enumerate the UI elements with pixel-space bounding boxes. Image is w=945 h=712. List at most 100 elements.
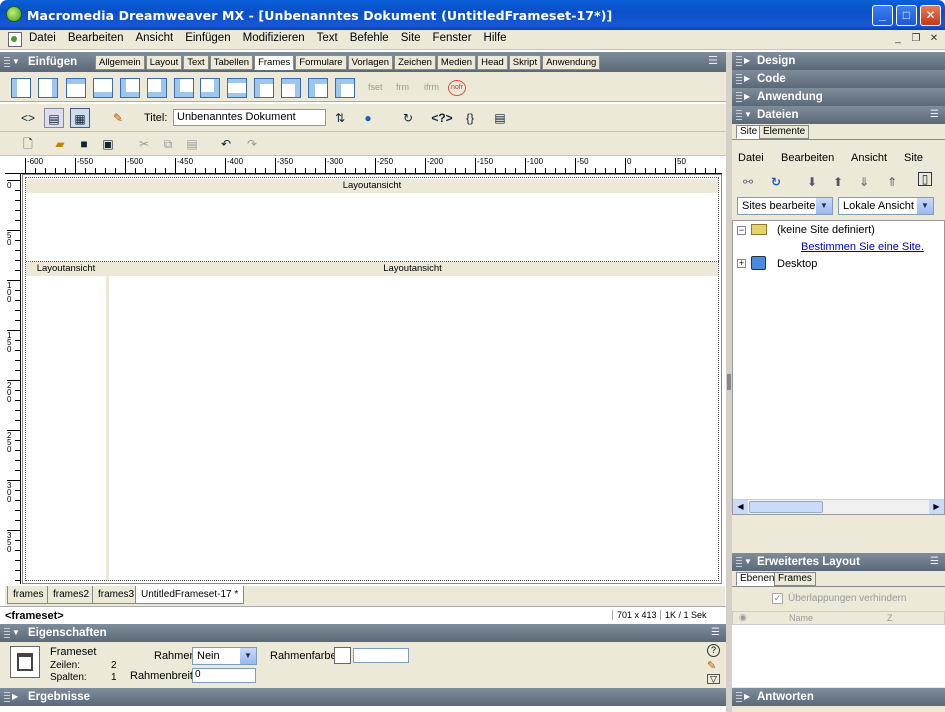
doc-restore-button[interactable]: ❐ (908, 33, 924, 47)
menu-site[interactable]: Site (401, 32, 427, 44)
expand-icon[interactable]: ▽ (707, 674, 720, 684)
expand-arrow-icon[interactable]: ▶ (744, 88, 750, 106)
grip-icon[interactable] (736, 557, 742, 567)
frm-tag-button[interactable]: frm (396, 82, 409, 92)
collapse-arrow-icon[interactable]: ▼ (12, 624, 20, 642)
fset-tag-button[interactable]: fset (368, 82, 383, 92)
col-name[interactable]: Name (789, 613, 813, 623)
panel-options-icon[interactable]: ☰ (711, 624, 720, 642)
menu-einfuegen[interactable]: Einfügen (185, 32, 236, 44)
tab-medien[interactable]: Medien (436, 55, 477, 70)
design-view[interactable]: Layoutansicht Layoutansicht Layoutansich… (22, 174, 722, 584)
close-button[interactable]: ✕ (920, 5, 941, 26)
tab-frames-layers[interactable]: Frames (774, 572, 816, 586)
border-width-input[interactable]: 0 (192, 668, 256, 683)
document-icon[interactable] (8, 32, 22, 47)
tab-zeichen[interactable]: Zeichen (394, 55, 436, 70)
scroll-left-icon[interactable]: ◀ (733, 500, 748, 514)
expand-arrow-icon[interactable]: ▶ (744, 688, 750, 706)
files-menu-datei[interactable]: Datei (738, 152, 764, 164)
col-z[interactable]: Z (887, 613, 893, 623)
tab-text[interactable]: Text (183, 55, 209, 70)
menu-befehle[interactable]: Befehle (350, 32, 395, 44)
doc-close-button[interactable]: ✕ (926, 33, 942, 47)
code-panel-header[interactable]: ▶ Code (732, 70, 945, 88)
grip-icon[interactable] (4, 628, 10, 638)
minimize-button[interactable]: _ (872, 5, 893, 26)
tab-skript[interactable]: Skript (508, 55, 542, 70)
left-nested-bottom-icon[interactable] (174, 78, 194, 98)
check-in-icon[interactable]: ⇑ (882, 172, 902, 192)
save-all-icon[interactable]: ▣ (98, 134, 118, 154)
define-site-link[interactable]: Bestimmen Sie eine Site. (801, 241, 924, 253)
menu-bearbeiten[interactable]: Bearbeiten (68, 32, 130, 44)
border-select[interactable]: Nein ▼ (192, 647, 257, 665)
properties-panel-header[interactable]: ▼ Eigenschaften ☰ (0, 624, 726, 642)
tab-layout[interactable]: Layout (145, 55, 183, 70)
chevron-down-icon[interactable]: ▼ (816, 198, 832, 214)
menu-text[interactable]: Text (317, 32, 344, 44)
new-file-icon[interactable]: 🗋 (18, 134, 38, 154)
code-view-icon[interactable]: <> (18, 108, 38, 128)
view-select[interactable]: Lokale Ansicht ▼ (838, 197, 934, 215)
panel-options-icon[interactable]: ☰ (708, 54, 718, 67)
grip-icon[interactable] (736, 92, 742, 102)
grip-icon[interactable] (736, 56, 742, 66)
grip-icon[interactable] (4, 692, 10, 702)
cut-icon[interactable]: ✂ (134, 134, 154, 154)
expand-arrow-icon[interactable]: ▶ (12, 688, 18, 706)
doc-minimize-button[interactable]: _ (890, 33, 906, 47)
view-options-icon[interactable]: ▤ (490, 108, 510, 128)
menu-hilfe[interactable]: Hilfe (484, 32, 513, 44)
collapse-node-icon[interactable]: − (737, 226, 746, 235)
edit-icon[interactable]: ✎ (707, 659, 716, 672)
scroll-thumb[interactable] (749, 501, 823, 513)
put-files-icon[interactable]: ⬆ (828, 172, 848, 192)
top-nested-right-icon[interactable] (335, 78, 355, 98)
doc-tab-untitled-frameset[interactable]: UntitledFrameset-17 * (135, 586, 245, 604)
top-bottom-frame-icon[interactable] (227, 78, 247, 98)
expand-view-icon[interactable]: ▯ (918, 172, 932, 186)
menu-ansicht[interactable]: Ansicht (135, 32, 179, 44)
site-select[interactable]: Sites bearbeite ▼ (737, 197, 833, 215)
left-nested-top-icon[interactable] (254, 78, 274, 98)
top-frame-icon[interactable] (66, 78, 86, 98)
left-frame-layout-bar[interactable]: Layoutansicht (26, 262, 106, 276)
code-nav-icon[interactable]: {} (460, 108, 480, 128)
expand-arrow-icon[interactable]: ▶ (744, 70, 750, 88)
split-view-icon[interactable]: ▤ (44, 108, 64, 128)
menu-fenster[interactable]: Fenster (433, 32, 478, 44)
top-nested-left-icon[interactable] (308, 78, 328, 98)
open-folder-icon[interactable]: ▰ (50, 134, 70, 154)
panel-options-icon[interactable]: ☰ (930, 106, 939, 124)
chevron-down-icon[interactable]: ▼ (917, 198, 933, 214)
redo-icon[interactable]: ↷ (242, 134, 262, 154)
tree-desktop-label[interactable]: Desktop (777, 258, 817, 270)
design-view-icon[interactable]: ▦ (70, 108, 90, 128)
expand-arrow-icon[interactable]: ▶ (744, 52, 750, 70)
menu-modifizieren[interactable]: Modifizieren (243, 32, 311, 44)
right-frame-layout-bar[interactable]: Layoutansicht (107, 262, 718, 276)
right-nested-bottom-icon[interactable] (200, 78, 220, 98)
right-nested-top-icon[interactable] (281, 78, 301, 98)
tab-site[interactable]: Site (736, 125, 762, 139)
left-frame-icon[interactable] (11, 78, 31, 98)
tree-root-label[interactable]: (keine Site definiert) (777, 224, 875, 236)
help-icon[interactable]: ? (707, 644, 720, 657)
collapse-arrow-icon[interactable]: ▼ (744, 553, 752, 571)
reference-icon[interactable]: <?> (428, 108, 456, 128)
doc-tab-frames3[interactable]: frames3 (92, 586, 141, 604)
tab-elemente[interactable]: Elemente (759, 125, 810, 139)
tab-ebenen[interactable]: Ebenen (736, 572, 779, 586)
copy-icon[interactable]: ⧉ (158, 134, 178, 154)
check-out-icon[interactable]: ⇓ (854, 172, 874, 192)
document-title-input[interactable]: Unbenanntes Dokument (173, 109, 326, 126)
files-menu-bearbeiten[interactable]: Bearbeiten (781, 152, 834, 164)
preview-browser-icon[interactable]: ● (358, 108, 378, 128)
border-color-swatch[interactable] (334, 647, 351, 664)
panel-options-icon[interactable]: ☰ (930, 553, 939, 571)
file-tree[interactable]: − (keine Site definiert) Bestimmen Sie e… (732, 220, 945, 515)
tab-formulare[interactable]: Formulare (295, 55, 347, 70)
eye-icon[interactable]: ◉ (739, 612, 747, 623)
design-panel-header[interactable]: ▶ Design (732, 52, 945, 70)
